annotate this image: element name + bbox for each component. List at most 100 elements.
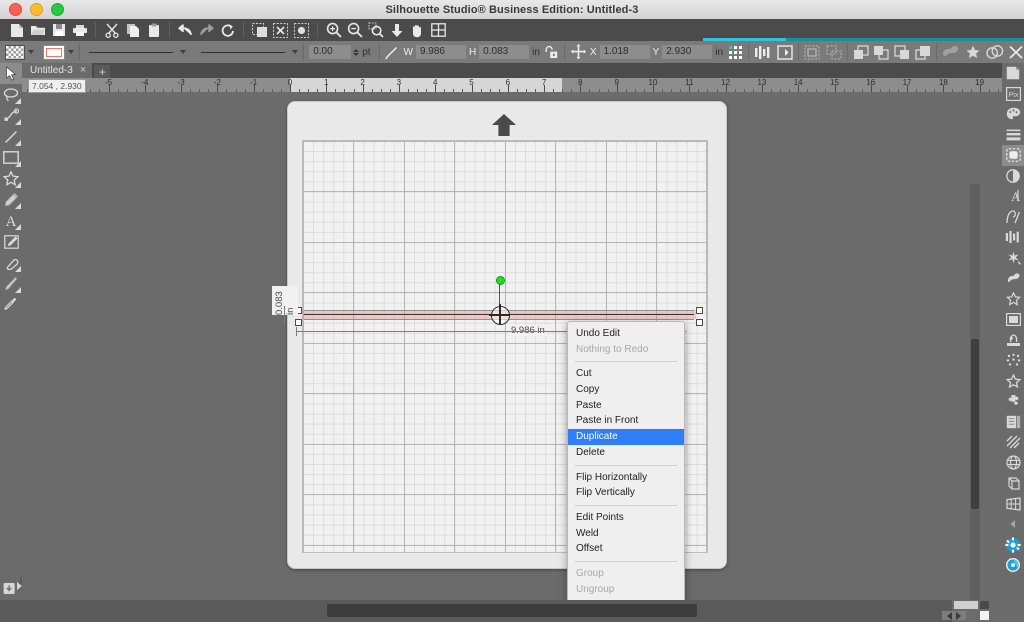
line-thickness-input[interactable]: 0.00 — [309, 45, 352, 59]
tool-expand-triangle-icon[interactable] — [15, 182, 21, 188]
selected-object[interactable]: 0.083 in 9.986 in — [272, 276, 703, 336]
align-panel[interactable] — [1002, 227, 1024, 248]
height-input[interactable]: 0.083 — [479, 45, 530, 59]
horizontal-scrollbar[interactable] — [22, 600, 1002, 622]
effects-panel[interactable] — [1002, 248, 1024, 269]
scissors-icon[interactable] — [101, 20, 122, 41]
tool-expand-triangle-icon[interactable] — [15, 224, 21, 230]
eraser-tool[interactable] — [0, 252, 22, 273]
width-input[interactable]: 9.986 — [415, 45, 466, 59]
tool-expand-triangle-icon[interactable] — [15, 140, 21, 146]
preferences-button[interactable] — [1002, 535, 1024, 556]
magnifier-plus-icon[interactable] — [323, 20, 344, 41]
move-crosshair-icon[interactable] — [570, 44, 587, 60]
tool-expand-triangle-icon[interactable] — [15, 266, 21, 272]
scroll-corner-box[interactable] — [980, 611, 989, 620]
tool-expand-triangle-icon[interactable] — [15, 98, 21, 104]
transform-square-icon[interactable] — [777, 44, 794, 60]
document-tab[interactable]: Untitled-3 × — [22, 63, 93, 78]
line-thickness-stepper[interactable] — [353, 48, 360, 56]
edit-points-tool[interactable] — [0, 105, 22, 126]
triangle-right-icon[interactable] — [956, 611, 961, 620]
horizontal-ruler[interactable]: -8-7-6-5-4-3-2-1012345678910111213141516… — [22, 78, 1002, 93]
fill-color-panel[interactable] — [1002, 104, 1024, 125]
line-size-icon[interactable] — [384, 45, 400, 60]
select-all-icon[interactable] — [249, 20, 270, 41]
draw-tool[interactable] — [0, 189, 22, 210]
x-close-icon[interactable] — [1008, 45, 1024, 60]
stamp-panel[interactable] — [1002, 330, 1024, 351]
fill-color-chevron-down-icon[interactable] — [27, 50, 34, 54]
lasso-tool[interactable] — [0, 84, 22, 105]
hatch-fill-panel[interactable] — [1002, 432, 1024, 453]
stroke-color-swatch[interactable] — [43, 44, 66, 60]
fit-page-arrow-icon[interactable] — [386, 20, 407, 41]
layer-forward-icon[interactable] — [914, 45, 931, 60]
magnifier-minus-icon[interactable] — [344, 20, 365, 41]
menu-item[interactable]: Cut — [568, 366, 684, 382]
tool-expand-triangle-icon[interactable] — [15, 203, 21, 209]
layer-backward-icon[interactable] — [894, 44, 910, 60]
help-button[interactable] — [1002, 555, 1024, 576]
menu-item[interactable]: Flip Vertically — [568, 485, 684, 501]
rhinestone-panel[interactable] — [1002, 350, 1024, 371]
menu-item[interactable]: Flip Horizontally — [568, 470, 684, 486]
floppy-disk-icon[interactable] — [48, 20, 69, 41]
vertical-scrollbar-thumb[interactable] — [971, 339, 979, 509]
scroll-up-button[interactable] — [980, 601, 989, 609]
ungroup-dashed-icon[interactable] — [826, 45, 842, 60]
layer-front-icon[interactable] — [873, 45, 889, 60]
shadow-panel[interactable] — [1002, 268, 1024, 289]
close-icon[interactable]: × — [80, 65, 86, 76]
design-canvas[interactable]: 0.083 in 9.986 in Undo EditNothing to Re… — [22, 92, 1002, 600]
trace-tool[interactable] — [0, 231, 22, 252]
vertical-scrollbar[interactable] — [970, 184, 980, 600]
magnifier-selection-icon[interactable] — [365, 20, 386, 41]
line-tool[interactable] — [0, 126, 22, 147]
print-bleed-panel[interactable] — [1002, 309, 1024, 330]
horizontal-scrollbar-thumb[interactable] — [327, 604, 697, 617]
resize-handle-bottom-right[interactable] — [696, 319, 703, 326]
select-by-color-icon[interactable] — [291, 20, 312, 41]
menu-item[interactable]: Offset — [568, 541, 684, 557]
x-position-input[interactable]: 1.018 — [599, 45, 650, 59]
tool-expand-triangle-icon[interactable] — [15, 287, 21, 293]
curve-panel[interactable] — [1002, 207, 1024, 228]
deselect-all-icon[interactable] — [270, 20, 291, 41]
weld-blob-icon[interactable] — [941, 45, 959, 59]
menu-item[interactable]: Edit Points — [568, 510, 684, 526]
object-anchor-crosshair[interactable] — [489, 304, 510, 325]
layer-back-icon[interactable] — [853, 44, 869, 60]
folder-icon[interactable] — [27, 20, 48, 41]
text-style-panel[interactable]: A — [1002, 186, 1024, 207]
line-style-chevron-down-icon[interactable] — [180, 50, 187, 54]
pixscan-panel[interactable]: Pix — [1002, 84, 1024, 105]
clipboard-icon[interactable] — [143, 20, 164, 41]
sketch-star-panel[interactable] — [1002, 289, 1024, 310]
menu-item[interactable]: Paste — [568, 398, 684, 414]
perspective-panel[interactable] — [1002, 494, 1024, 515]
lock-aspect-icon[interactable] — [544, 45, 559, 59]
menu-item[interactable]: Duplicate — [568, 429, 684, 445]
rotation-handle[interactable] — [496, 276, 505, 285]
3d-panel[interactable] — [1002, 473, 1024, 494]
group-dashed-icon[interactable] — [804, 45, 820, 60]
tool-expand-triangle-icon[interactable] — [15, 119, 21, 125]
line-style-dropdown[interactable] — [85, 44, 178, 60]
collapse-panel-button[interactable] — [1002, 514, 1024, 535]
resize-handle-top-right[interactable] — [696, 307, 703, 314]
y-position-input[interactable]: 2.930 — [662, 45, 713, 59]
line-style-panel[interactable] — [1002, 125, 1024, 146]
eyedropper-tool[interactable] — [0, 294, 22, 315]
new-tab-button[interactable]: + — [94, 65, 111, 78]
text-tool[interactable]: A — [0, 210, 22, 231]
hand-icon[interactable] — [407, 20, 428, 41]
menu-item[interactable]: Copy — [568, 382, 684, 398]
context-menu[interactable]: Undo Edit Nothing to Redo Cut Copy Paste Past… — [567, 321, 685, 600]
stroke-color-chevron-down-icon[interactable] — [68, 50, 75, 54]
copy-icon[interactable] — [122, 20, 143, 41]
new-document-icon[interactable] — [6, 20, 27, 41]
knife-tool[interactable] — [0, 273, 22, 294]
trace-panel[interactable] — [1002, 145, 1024, 166]
align-icon[interactable] — [754, 45, 772, 60]
